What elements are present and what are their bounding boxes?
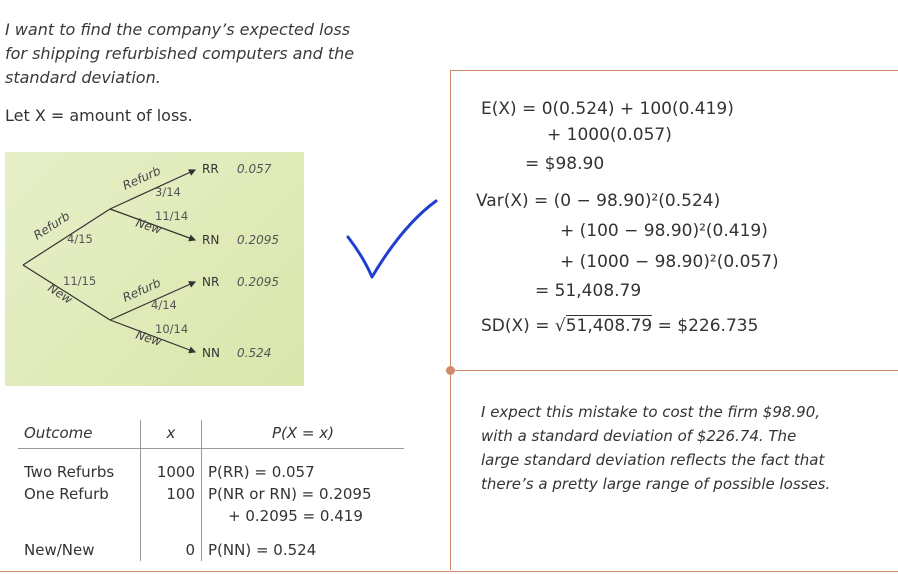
expected-value-line: E(X) = 0(0.524) + 100(0.419) — [481, 99, 734, 119]
probability-cell: P(NN) = 0.524 — [208, 541, 317, 559]
leaf-probability: 0.057 — [237, 162, 272, 176]
tree-diagram: Refurb 4/15 11/15 New Refurb 3/14 11/14 … — [22, 162, 279, 360]
leaf-outcome: NN — [202, 346, 220, 360]
conclusion-line: there’s a pretty large range of possible… — [481, 475, 831, 493]
sd-result: = $226.735 — [652, 316, 759, 336]
table-header-row: Outcome x P(X = x) — [18, 420, 404, 449]
leaf-probability: 0.524 — [237, 346, 271, 360]
conclusion-line: large standard deviation reflects the fa… — [481, 451, 825, 469]
expected-value-result: = $98.90 — [525, 154, 605, 174]
probability-table: Outcome x P(X = x) Two Refurbs 1000 P(RR… — [18, 420, 404, 561]
branch-probability: 11/14 — [155, 209, 188, 223]
leaf-outcome: RR — [202, 162, 219, 176]
branch-probability: 3/14 — [155, 185, 181, 199]
column-header-probability: P(X = x) — [201, 420, 404, 449]
leaf-outcome: NR — [202, 275, 219, 289]
x-cell: 0 — [140, 539, 202, 561]
branch-probability: 4/15 — [67, 232, 93, 246]
column-header-outcome: Outcome — [18, 420, 141, 449]
divider — [450, 70, 451, 570]
divider — [450, 70, 898, 71]
outcome-cell: New/New — [24, 541, 95, 559]
sqrt-icon: √ — [554, 316, 566, 336]
leaf-probability: 0.2095 — [237, 233, 279, 247]
x-cell: 1000 — [140, 461, 202, 483]
standard-deviation-line: SD(X) = √51,408.79 = $226.735 — [481, 315, 759, 336]
divider — [450, 370, 898, 371]
expected-value-line: + 1000(0.057) — [547, 125, 672, 145]
table-row: + 0.2095 = 0.419 — [18, 505, 404, 527]
x-cell: 100 — [140, 483, 202, 505]
probability-cell: + 0.2095 = 0.419 — [228, 507, 363, 525]
probability-cell: P(RR) = 0.057 — [208, 463, 315, 481]
probability-cell: P(NR or RN) = 0.2095 — [208, 485, 372, 503]
conclusion-line: I expect this mistake to cost the firm $… — [481, 403, 821, 421]
x-cell — [140, 505, 202, 527]
table-row: Two Refurbs 1000 P(RR) = 0.057 — [18, 461, 404, 483]
variance-line: Var(X) = (0 − 98.90)²(0.524) — [476, 191, 721, 211]
variance-result: = 51,408.79 — [535, 281, 642, 301]
outcome-cell — [18, 505, 141, 527]
outcome-cell: One Refurb — [24, 485, 109, 503]
divider-dot — [446, 366, 455, 375]
intro-text: I want to find the company’s expected lo… — [5, 18, 425, 90]
table-row: One Refurb 100 P(NR or RN) = 0.2095 — [18, 483, 404, 505]
variance-line: + (1000 − 98.90)²(0.057) — [560, 252, 779, 272]
table-row: New/New 0 P(NN) = 0.524 — [18, 539, 404, 561]
checkmark-icon — [340, 195, 440, 289]
conclusion-line: with a standard deviation of $226.74. Th… — [481, 427, 797, 445]
sd-prefix: SD(X) = — [481, 316, 555, 336]
outcome-cell: Two Refurbs — [24, 463, 115, 481]
variance-line: + (100 − 98.90)²(0.419) — [560, 221, 768, 241]
conclusion-text: I expect this mistake to cost the firm $… — [481, 400, 891, 496]
branch-probability: 11/15 — [63, 274, 96, 288]
leaf-probability: 0.2095 — [237, 275, 279, 289]
sd-radicand: 51,408.79 — [565, 315, 653, 336]
probability-tree: Refurb 4/15 11/15 New Refurb 3/14 11/14 … — [5, 152, 304, 386]
divider — [0, 571, 898, 572]
leaf-outcome: RN — [202, 233, 219, 247]
column-header-x: x — [140, 420, 202, 449]
intro-line: standard deviation. — [5, 68, 161, 87]
intro-line: for shipping refurbished computers and t… — [5, 44, 355, 63]
branch-probability: 4/14 — [151, 298, 177, 312]
variable-definition: Let X = amount of loss. — [5, 106, 193, 125]
intro-line: I want to find the company’s expected lo… — [5, 20, 351, 39]
